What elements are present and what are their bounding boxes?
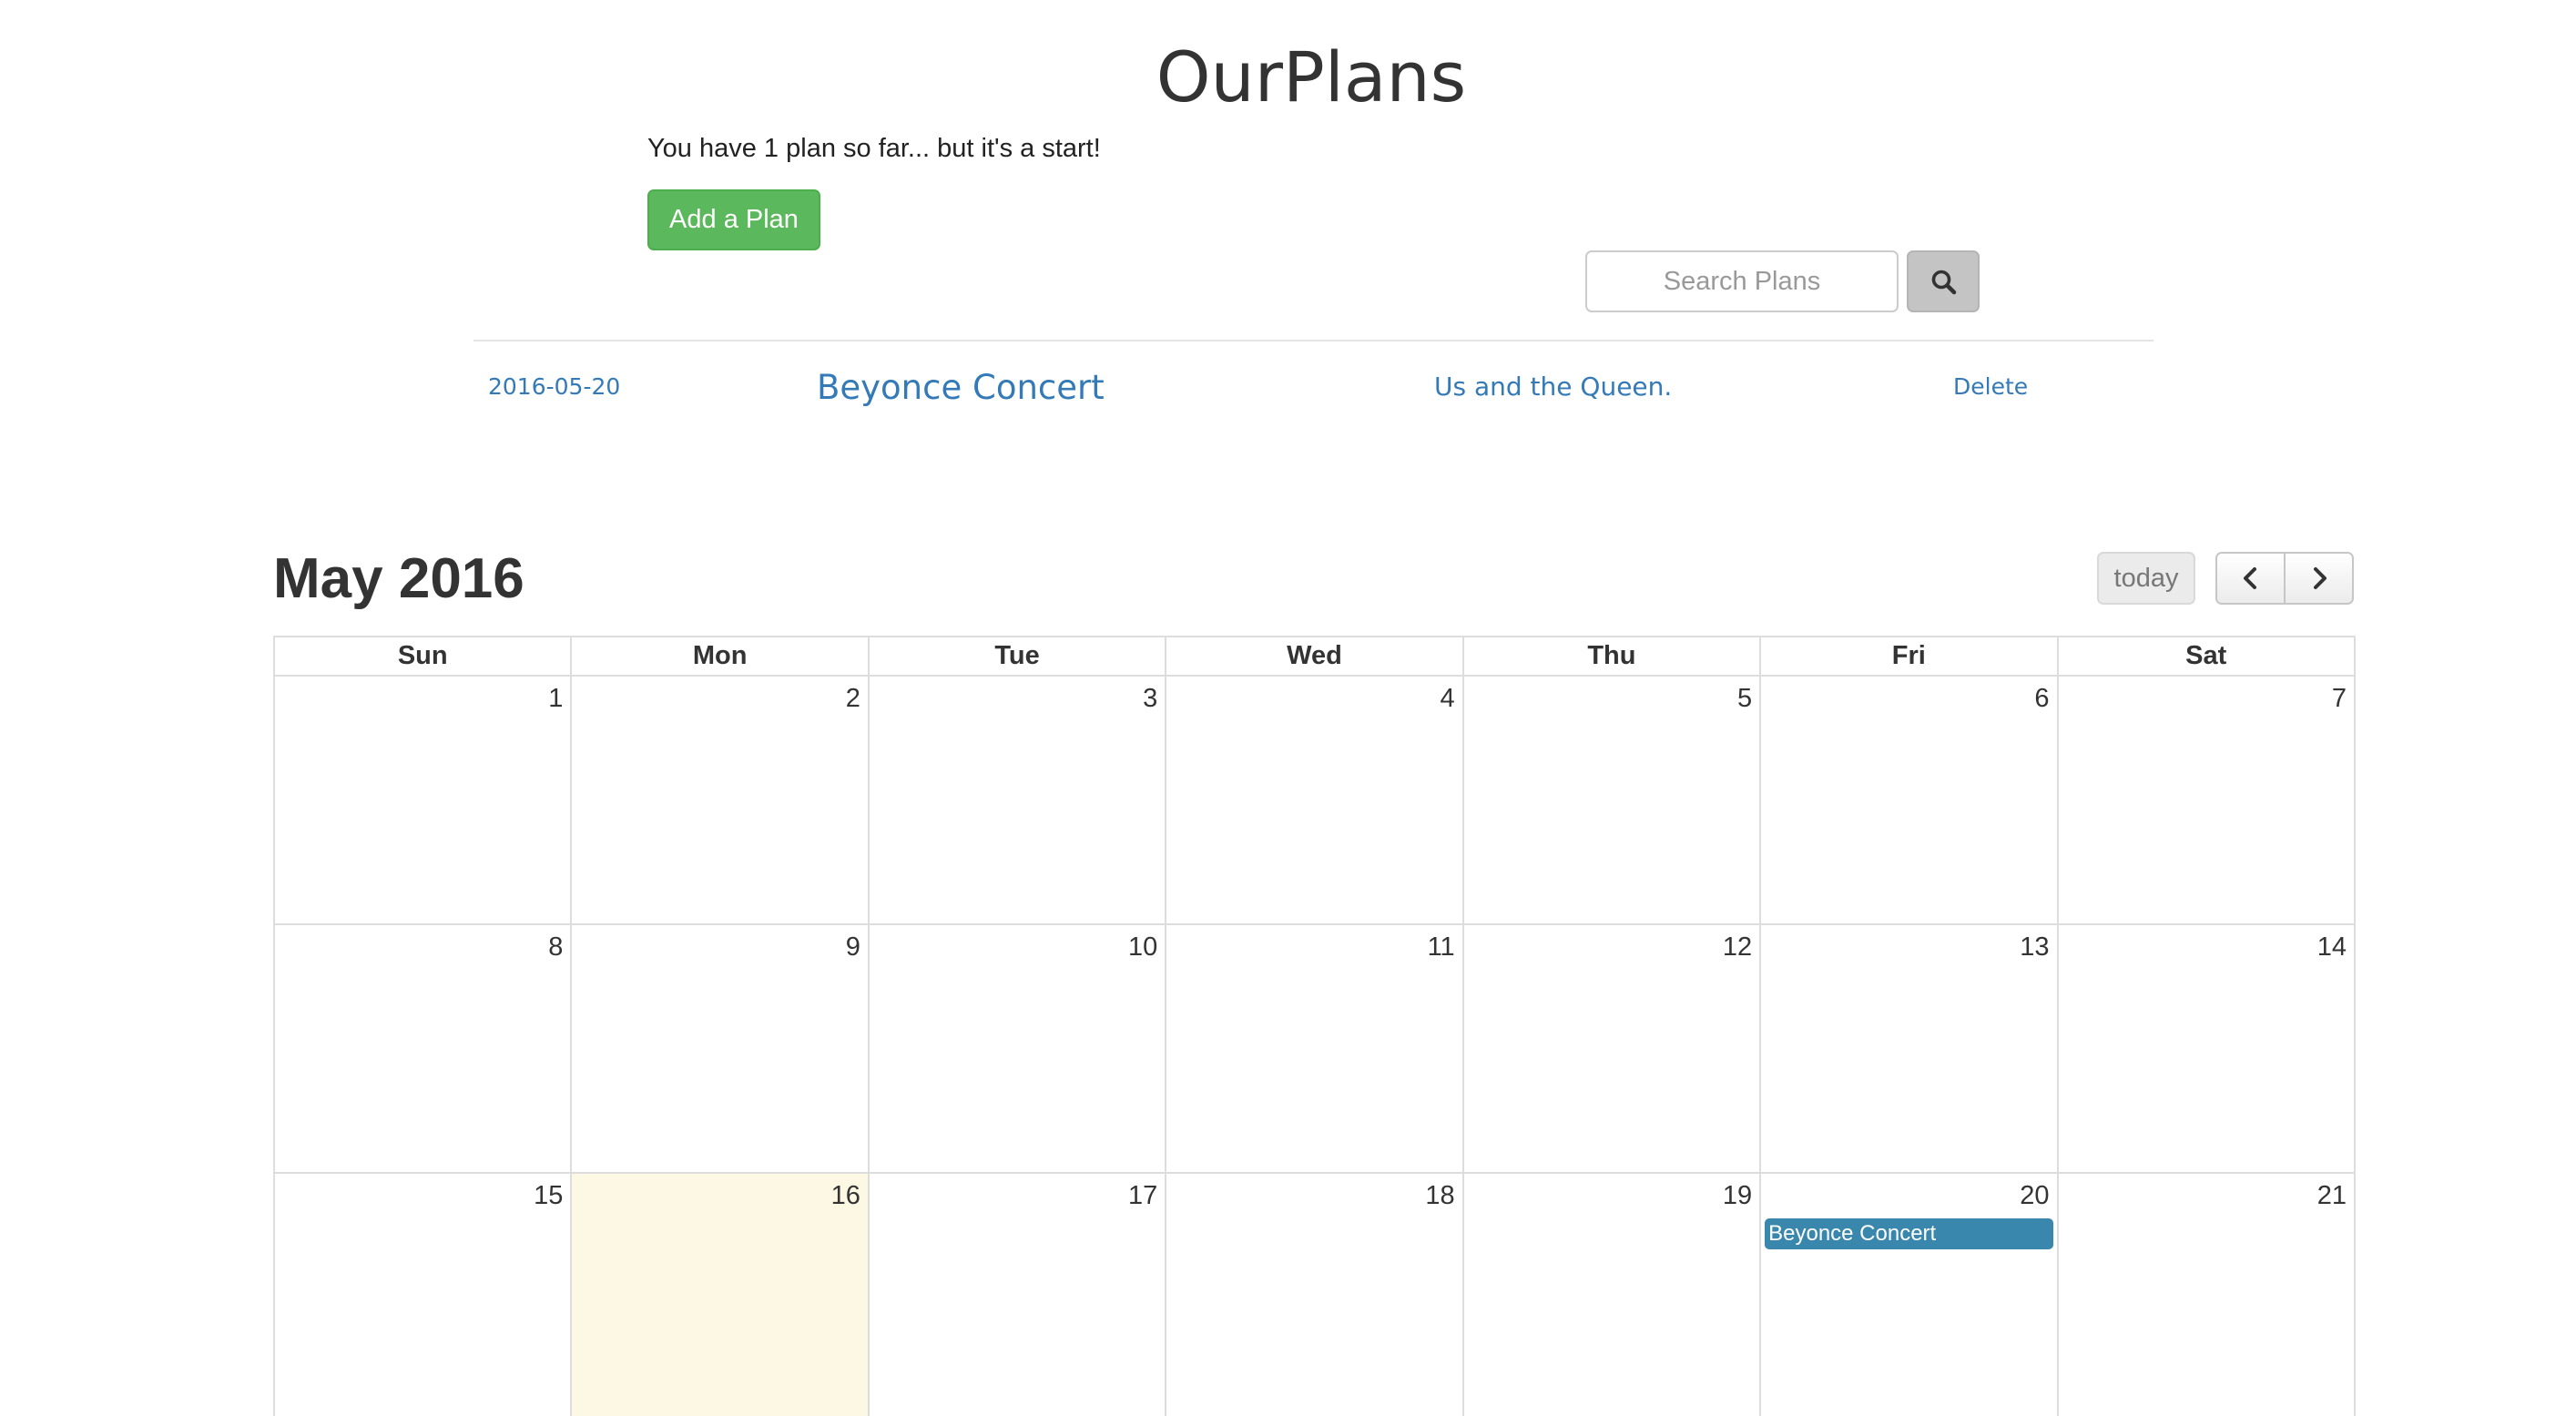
day-cell[interactable]: 14	[2058, 925, 2356, 1174]
weekday-label: Mon	[572, 637, 870, 677]
day-number: 17	[1128, 1181, 1158, 1210]
calendar-nav	[2215, 552, 2354, 605]
today-button[interactable]: today	[2097, 552, 2195, 605]
day-cell[interactable]: 6	[1761, 677, 2059, 925]
prev-month-button[interactable]	[2217, 554, 2284, 603]
day-cell[interactable]: 7	[2058, 677, 2356, 925]
app-title: OurPlans	[1156, 36, 1467, 117]
plan-date-link[interactable]: 2016-05-20	[488, 373, 620, 400]
day-number: 4	[1440, 684, 1455, 713]
day-cell[interactable]: 10	[869, 925, 1167, 1174]
weekday-label: Sun	[275, 637, 573, 677]
calendar-title: May 2016	[273, 547, 524, 610]
chevron-left-icon	[2243, 567, 2256, 589]
weekday-label: Sat	[2058, 637, 2356, 677]
weekday-label: Thu	[1463, 637, 1762, 677]
day-number: 2	[845, 684, 860, 713]
day-cell[interactable]: 21	[2059, 1174, 2356, 1416]
next-month-button[interactable]	[2284, 554, 2352, 603]
day-cell[interactable]: 13	[1761, 925, 2059, 1174]
day-cell[interactable]: 19	[1464, 1174, 1762, 1416]
day-cell[interactable]: 8	[275, 925, 573, 1174]
day-number: 3	[1143, 684, 1158, 713]
day-cell[interactable]: 5	[1463, 677, 1762, 925]
day-cell[interactable]: 11	[1166, 925, 1464, 1174]
day-cell[interactable]: 1	[275, 677, 573, 925]
day-number: 16	[830, 1181, 860, 1210]
plan-list-row: 2016-05-20 Beyonce Concert Us and the Qu…	[0, 364, 2576, 419]
day-number: 7	[2331, 684, 2347, 713]
day-number: 1	[548, 684, 564, 713]
weekday-header: Sun Mon Tue Wed Thu Fri Sat	[275, 637, 2356, 677]
calendar-event[interactable]: Beyonce Concert	[1765, 1218, 2053, 1249]
day-number: 10	[1128, 932, 1158, 962]
weekday-label: Wed	[1166, 637, 1464, 677]
day-number: 11	[1427, 932, 1455, 962]
day-number: 14	[2316, 932, 2347, 962]
day-cell[interactable]: 2	[572, 677, 870, 925]
day-cell[interactable]: 17	[870, 1174, 1167, 1416]
day-number: 15	[534, 1181, 564, 1210]
page: OurPlans You have 1 plan so far... but i…	[0, 0, 2576, 1416]
calendar-week: 15 16 17 18 19 20 Beyonce Concert 21	[275, 1174, 2356, 1416]
day-number: 6	[2034, 684, 2050, 713]
day-cell[interactable]: 20 Beyonce Concert	[1761, 1174, 2059, 1416]
plan-description-link[interactable]: Us and the Queen.	[1434, 372, 1672, 402]
search-button[interactable]	[1907, 250, 1980, 312]
day-number: 9	[845, 932, 860, 962]
day-cell[interactable]: 3	[869, 677, 1167, 925]
day-number: 20	[2020, 1181, 2050, 1210]
calendar-week: 8 9 10 11 12 13 14	[275, 925, 2356, 1174]
day-cell[interactable]: 12	[1463, 925, 1762, 1174]
day-cell[interactable]: 15	[275, 1174, 573, 1416]
day-number: 8	[548, 932, 564, 962]
day-cell[interactable]: 9	[572, 925, 870, 1174]
weekday-label: Tue	[869, 637, 1167, 677]
weekday-label: Fri	[1761, 637, 2059, 677]
plan-title-link[interactable]: Beyonce Concert	[817, 368, 1105, 407]
day-number: 12	[1722, 932, 1753, 962]
day-number: 13	[2020, 932, 2050, 962]
calendar-week: 1 2 3 4 5 6 7	[275, 677, 2356, 925]
divider	[473, 340, 2153, 341]
add-plan-button[interactable]: Add a Plan	[647, 189, 820, 250]
day-cell[interactable]: 4	[1166, 677, 1464, 925]
day-number: 21	[2316, 1181, 2347, 1210]
search-input[interactable]	[1585, 250, 1899, 312]
today-day-cell[interactable]: 16	[572, 1174, 870, 1416]
plan-delete-link[interactable]: Delete	[1953, 373, 2028, 400]
plan-count-text: You have 1 plan so far... but it's a sta…	[647, 134, 1101, 163]
search-icon	[1931, 270, 1957, 295]
day-number: 19	[1722, 1181, 1753, 1210]
day-number: 18	[1425, 1181, 1455, 1210]
day-cell[interactable]: 18	[1166, 1174, 1464, 1416]
month-calendar: Sun Mon Tue Wed Thu Fri Sat 1 2 3 4 5 6 …	[273, 636, 2356, 1416]
chevron-right-icon	[2313, 567, 2327, 589]
day-number: 5	[1736, 684, 1753, 713]
